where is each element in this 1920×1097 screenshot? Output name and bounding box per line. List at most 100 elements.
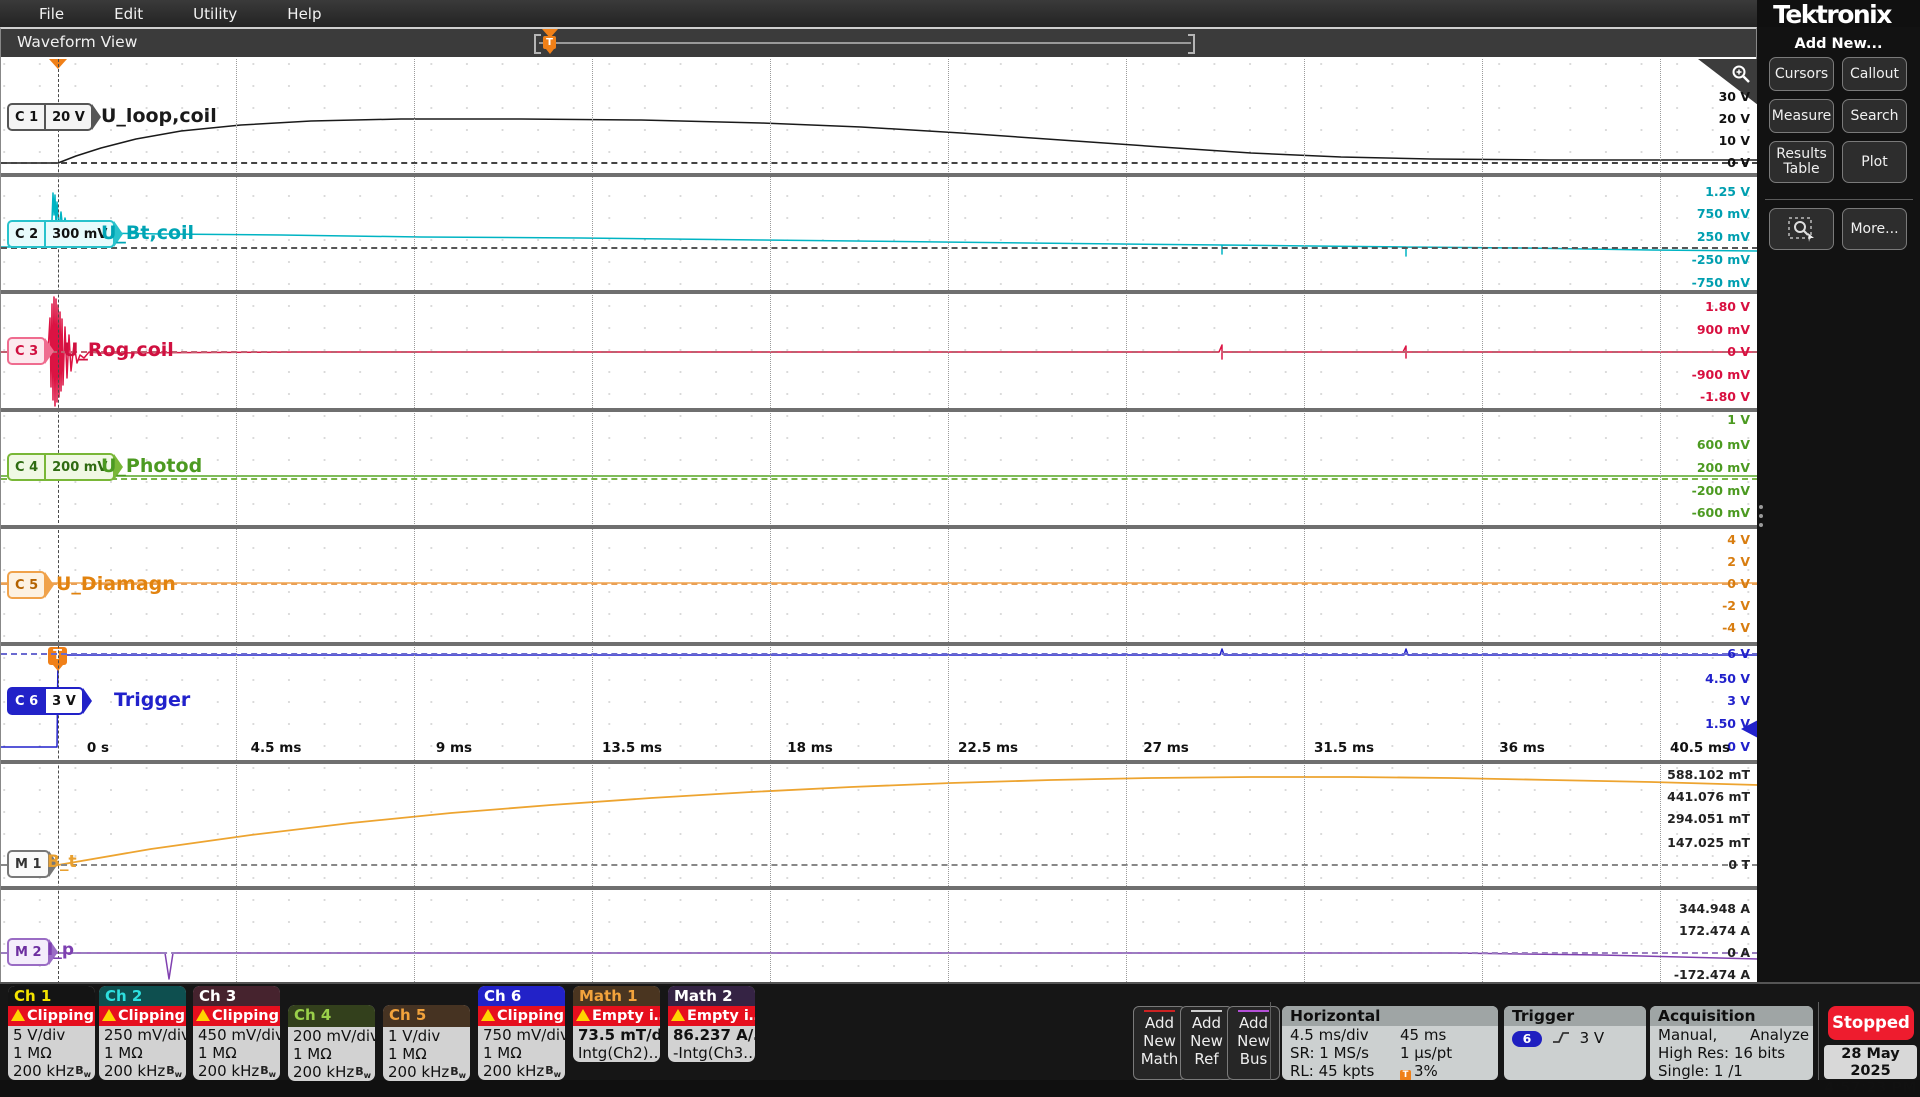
button-label-line: Add [1134, 1014, 1185, 1032]
add-new-ref-button[interactable]: AddNewRef [1180, 1006, 1233, 1080]
channel-badge-c1[interactable]: C 120 V [7, 103, 93, 131]
channel-badge-c5[interactable]: C 5 [7, 571, 46, 599]
bottom-badge-ch-5[interactable]: Ch 51 V/div1 MΩ200 kHzBw [383, 1005, 470, 1081]
waveform-view-titlebar: Waveform View T [1, 29, 1756, 57]
warning-icon [671, 1009, 685, 1021]
date-time-display: 28 May 2025 4:57:23 PM [1824, 1045, 1917, 1079]
channel-badge-m1[interactable]: M 1 [7, 850, 50, 878]
slice-separator [1, 760, 1758, 764]
panel-drag-handle[interactable] [1759, 505, 1763, 532]
bottom-badge-math-1[interactable]: Math 1Empty i…73.5 mT/divIntg(Ch2)… [573, 986, 660, 1062]
badge-cell: C 6 [9, 689, 44, 713]
button-accent-stripe [1191, 1010, 1222, 1012]
badge-warning: Empty i… [668, 1006, 755, 1026]
button-accent-stripe [1144, 1010, 1175, 1012]
trigger-position-value: T3% [1400, 1062, 1438, 1080]
channel-label-c4: U_Photod [101, 455, 202, 477]
trigger-flag-icon[interactable]: T [543, 36, 556, 49]
badge-cell: C 5 [9, 573, 44, 597]
pan-range-right-bracket[interactable] [1188, 34, 1195, 54]
channel-label-c6: Trigger [114, 689, 190, 711]
scale-label-c1: 30 V [1719, 89, 1750, 104]
scale-label-m1: 588.102 mT [1667, 767, 1750, 782]
badge-setting-row: 200 kHzBw [383, 1063, 470, 1081]
zero-line-c1 [1, 162, 1758, 164]
sidebar-button-plot[interactable]: Plot [1842, 141, 1907, 183]
bottom-badge-ch-1[interactable]: Ch 1Clipping5 V/div1 MΩ200 kHzBw [8, 986, 95, 1080]
trace-c6 [1, 649, 1758, 747]
scale-label-c6: 1.50 V [1705, 716, 1750, 731]
sample-rate: SR: 1 MS/s [1290, 1044, 1369, 1062]
zoom-select-button[interactable] [1769, 208, 1834, 250]
channel-badge-c4[interactable]: C 4200 mV [7, 453, 115, 481]
scale-label-c6: 6 V [1727, 646, 1750, 661]
sidebar-button-cursors[interactable]: Cursors [1769, 57, 1834, 91]
bottom-badge-ch-3[interactable]: Ch 3Clipping450 mV/div1 MΩ200 kHzBw [193, 986, 280, 1080]
channel-badge-c6[interactable]: C 63 V [7, 687, 84, 715]
sidebar-button-results-table[interactable]: Results Table [1769, 141, 1834, 183]
badge-header: Ch 5 [383, 1005, 470, 1027]
scale-label-c1: 20 V [1719, 111, 1750, 126]
scale-label-c3: 1.80 V [1705, 299, 1750, 314]
channel-label-c2: U_Bt,coil [101, 222, 194, 244]
badge-header: Math 2 [668, 986, 755, 1006]
badge-setting-row: 200 mV/div [288, 1027, 375, 1045]
run-stop-status-button[interactable]: Stopped [1828, 1006, 1914, 1040]
channel-badge-c3[interactable]: C 3 [7, 337, 46, 365]
right-sidebar: Add New... CursorsCalloutMeasureSearchRe… [1757, 27, 1920, 982]
view-title: Waveform View [17, 33, 137, 51]
waveform-grid[interactable]: T 30 V20 V10 V0 VC 120 VU_loop,coil1.25 … [1, 59, 1758, 984]
scale-label-m2: 0 A [1727, 945, 1750, 960]
channel-label-m1: B_t [47, 852, 77, 872]
pan-range-line[interactable] [539, 42, 1191, 44]
menu-item-help[interactable]: Help [262, 5, 346, 23]
time-axis-label: 36 ms [1499, 740, 1545, 756]
pan-range-left-bracket[interactable] [534, 34, 541, 54]
zero-line-c6 [1, 653, 1758, 655]
badge-header: Ch 6 [478, 986, 565, 1006]
bottom-badge-ch-6[interactable]: Ch 6Clipping750 mV/div1 MΩ200 kHzBw [478, 986, 565, 1080]
scale-label-m2: 344.948 A [1679, 901, 1750, 916]
trigger-panel[interactable]: Trigger 6 3 V [1504, 1006, 1646, 1080]
badge-warning: Clipping [8, 1006, 95, 1026]
more-button[interactable]: More... [1842, 208, 1907, 250]
menu-item-edit[interactable]: Edit [89, 5, 168, 23]
channel-badge-c2[interactable]: C 2300 mV [7, 220, 115, 248]
badge-cell: C 4 [9, 455, 44, 479]
grid-division-line [414, 59, 415, 984]
scale-label-c2: 250 mV [1697, 229, 1750, 244]
add-new-bus-button[interactable]: AddNewBus [1227, 1006, 1280, 1080]
button-label-line: New [1228, 1032, 1279, 1050]
acquisition-panel[interactable]: Acquisition Manual, Analyze High Res: 16… [1650, 1006, 1813, 1080]
magnifier-icon [1730, 63, 1752, 85]
time-axis-label: 40.5 ms [1670, 740, 1730, 756]
sidebar-button-measure[interactable]: Measure [1769, 99, 1834, 133]
acquisition-single: Single: 1 /1 [1650, 1062, 1813, 1080]
badge-setting-row: 1 V/div [383, 1027, 470, 1045]
badge-setting-row: 1 MΩ [99, 1044, 186, 1062]
menu-item-utility[interactable]: Utility [168, 5, 262, 23]
scale-label-c6: 4.50 V [1705, 671, 1750, 686]
menu-item-file[interactable]: File [14, 5, 89, 23]
channel-label-c1: U_loop,coil [101, 105, 217, 127]
badge-cell: C 2 [9, 222, 44, 246]
sidebar-button-search[interactable]: Search [1842, 99, 1907, 133]
horizontal-scale: 4.5 ms/div [1290, 1026, 1369, 1044]
bottom-badge-ch-2[interactable]: Ch 2Clipping250 mV/div1 MΩ200 kHzBw [99, 986, 186, 1080]
bandwidth-icon: Bw [355, 1063, 371, 1081]
zero-line-c3 [1, 351, 1758, 353]
slice-separator [1, 886, 1758, 890]
grid-division-line [236, 59, 237, 984]
badge-setting-row: 200 kHzBw [99, 1062, 186, 1080]
button-label-line: New [1181, 1032, 1232, 1050]
bottom-badge-ch-4[interactable]: Ch 4200 mV/div1 MΩ200 kHzBw [288, 1005, 375, 1081]
sidebar-tools-row: More... [1769, 208, 1911, 250]
grid-division-line [1126, 59, 1127, 984]
scale-label-c2: 750 mV [1697, 206, 1750, 221]
sidebar-button-callout[interactable]: Callout [1842, 57, 1907, 91]
horizontal-panel[interactable]: Horizontal 4.5 ms/div 45 ms SR: 1 MS/s 1… [1282, 1006, 1498, 1080]
badge-setting-row: 1 MΩ [8, 1044, 95, 1062]
bottom-badge-math-2[interactable]: Math 2Empty i…86.237 A/…-Intg(Ch3… [668, 986, 755, 1062]
channel-badge-m2[interactable]: M 2 [7, 938, 50, 966]
add-new-math-button[interactable]: AddNewMath [1133, 1006, 1186, 1080]
